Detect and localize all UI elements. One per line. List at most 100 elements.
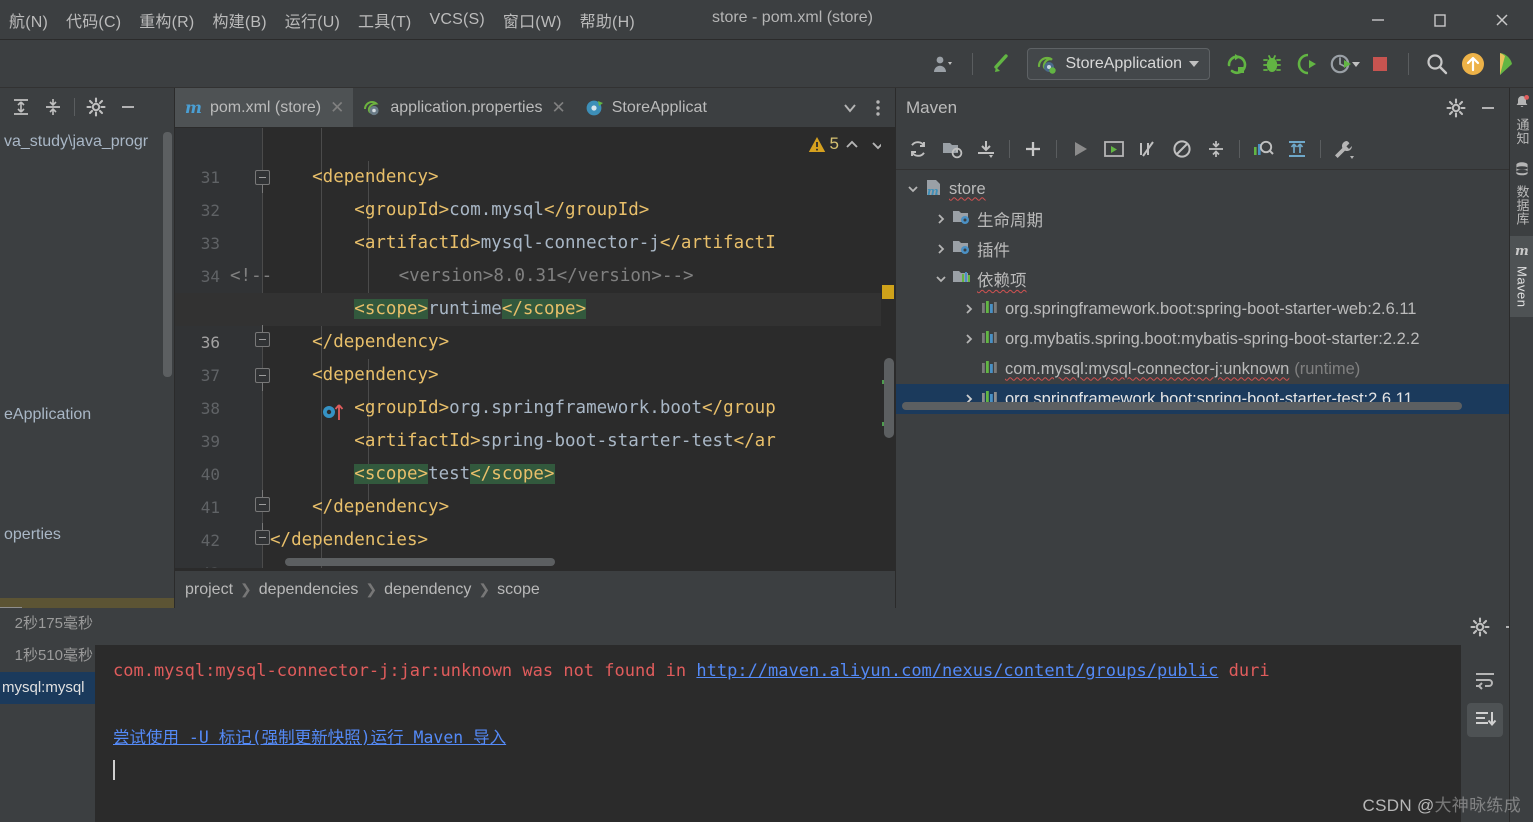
stop-icon[interactable]	[1364, 48, 1396, 80]
stripe-warning-marker[interactable]	[882, 285, 894, 299]
chevron-down-icon[interactable]	[930, 272, 952, 286]
tool-window-button-notifications[interactable]: 通知	[1510, 88, 1533, 155]
menu-item-run[interactable]: 运行(U)	[276, 4, 349, 36]
build-tree-row-selected[interactable]: mysql:mysql	[0, 672, 95, 704]
console-error-link[interactable]: http://maven.aliyun.com/nexus/content/gr…	[696, 661, 1218, 681]
fold-end-icon[interactable]	[255, 523, 270, 545]
tab-application-properties[interactable]: application.properties ✕	[353, 88, 574, 127]
search-everywhere-icon[interactable]	[1421, 48, 1453, 80]
gear-icon[interactable]	[1441, 93, 1471, 123]
project-item-modified[interactable]	[0, 598, 174, 608]
project-path-row[interactable]: va_study\java_progr	[0, 125, 174, 158]
chevron-down-icon[interactable]	[1189, 60, 1199, 67]
tree-node-plugins[interactable]: 插件	[896, 234, 1509, 264]
collapse-all-icon[interactable]	[38, 93, 68, 121]
editor-horizontal-scrollbar[interactable]	[285, 558, 555, 566]
tree-node-dependencies[interactable]: 依赖项	[896, 264, 1509, 294]
collapse-all-icon[interactable]	[1200, 134, 1232, 164]
add-maven-project-icon[interactable]	[1017, 134, 1049, 164]
menu-item-vcs[interactable]: VCS(S)	[420, 7, 493, 33]
chevron-right-icon[interactable]	[930, 242, 952, 256]
error-stripe[interactable]	[881, 128, 895, 568]
tab-pom-xml[interactable]: m pom.xml (store) ✕	[175, 88, 354, 127]
code-line[interactable]: 38 <dependency>	[175, 359, 895, 420]
project-item-properties[interactable]: operties	[0, 518, 61, 551]
menu-item-refactor[interactable]: 重构(R)	[130, 4, 203, 36]
gear-icon[interactable]	[81, 93, 111, 121]
execute-goal-icon[interactable]	[1098, 134, 1130, 164]
tree-node-dependency[interactable]: org.springframework.boot:spring-boot-sta…	[896, 294, 1509, 324]
code-line[interactable]: 32 <dependency>	[175, 161, 895, 220]
code-line[interactable]: 33 <groupId>com.mysql</groupId>	[175, 194, 895, 253]
tab-store-application[interactable]: StoreApplicat	[575, 88, 716, 127]
inspection-widget[interactable]: 5	[808, 134, 839, 154]
editor-vertical-scrollbar[interactable]	[884, 358, 894, 438]
breadcrumb-item-dependency[interactable]: dependency	[384, 581, 471, 599]
tab-more-options-icon[interactable]	[865, 93, 891, 123]
close-icon[interactable]: ✕	[330, 99, 344, 116]
show-dependencies-icon[interactable]	[1247, 134, 1279, 164]
soft-wrap-icon[interactable]	[1467, 663, 1503, 697]
code-line-current[interactable]: 36 <scope>runtime</scope>	[175, 293, 895, 352]
code-line[interactable]: 37 </dependency>	[175, 325, 895, 385]
code-line[interactable]: 35 <!-- <version>8.0.31</version>-->	[175, 260, 895, 319]
maven-settings-icon[interactable]	[1328, 134, 1360, 164]
gear-icon[interactable]	[1465, 613, 1495, 641]
menu-item-window[interactable]: 窗口(W)	[494, 4, 571, 36]
hide-panel-icon[interactable]	[113, 93, 143, 121]
code-line[interactable]: 42 </dependency>	[175, 490, 895, 550]
console-hint-link[interactable]: 尝试使用 -U 标记(强制更新快照)运行 Maven 导入	[113, 728, 506, 747]
build-hammer-icon[interactable]	[985, 48, 1017, 80]
toggle-offline-icon[interactable]	[1166, 134, 1198, 164]
menu-item-build[interactable]: 构建(B)	[203, 4, 275, 36]
fold-toggle-icon[interactable]	[255, 170, 270, 193]
update-project-icon[interactable]	[1457, 48, 1489, 80]
run-with-coverage-icon[interactable]	[1292, 48, 1324, 80]
tool-window-button-maven[interactable]: m Maven	[1510, 235, 1533, 318]
toggle-skip-tests-icon[interactable]	[1132, 134, 1164, 164]
previous-problem-icon[interactable]	[841, 136, 863, 159]
maven-horizontal-scrollbar[interactable]	[902, 402, 1462, 410]
build-tree-row[interactable]: 2秒175毫秒	[0, 608, 95, 640]
menu-item-code[interactable]: 代码(C)	[57, 4, 130, 36]
project-item-application[interactable]: eApplication	[0, 398, 91, 431]
tree-node-dependency[interactable]: org.mybatis.spring.boot:mybatis-spring-b…	[896, 324, 1509, 354]
menu-item-help[interactable]: 帮助(H)	[571, 4, 644, 36]
tree-node-lifecycle[interactable]: 生命周期	[896, 204, 1509, 234]
user-account-icon[interactable]	[928, 48, 960, 80]
reload-all-projects-icon[interactable]	[902, 134, 934, 164]
ide-feature-icon[interactable]	[1493, 48, 1525, 80]
expand-profiles-icon[interactable]	[1281, 134, 1313, 164]
fold-end-icon[interactable]	[255, 490, 270, 512]
menu-item-navigate[interactable]: 航(N)	[0, 4, 57, 36]
code-line[interactable]: 40 <artifactId>spring-boot-starter-test<…	[175, 425, 895, 484]
project-pane-scrollbar[interactable]	[163, 132, 172, 377]
chevron-right-icon[interactable]	[930, 212, 952, 226]
fold-end-icon[interactable]	[255, 325, 270, 347]
profiler-icon[interactable]	[1328, 48, 1360, 80]
code-line[interactable]: 34 <artifactId>mysql-connector-j</artifa…	[175, 227, 895, 286]
tab-list-chevron-icon[interactable]	[837, 93, 863, 123]
fold-toggle-icon[interactable]	[255, 368, 270, 391]
breadcrumb-item-scope[interactable]: scope	[497, 581, 540, 599]
expand-all-icon[interactable]	[6, 93, 36, 121]
download-sources-icon[interactable]	[970, 134, 1002, 164]
code-line[interactable]: 43 </dependencies>	[175, 523, 895, 568]
tool-window-button-database[interactable]: 数据库	[1510, 155, 1533, 236]
close-icon[interactable]: ✕	[551, 99, 565, 116]
minimize-button[interactable]	[1347, 0, 1409, 40]
code-line[interactable]: 39 <groupId>org.springframework.boot</gr…	[175, 392, 895, 451]
code-editor[interactable]: 31 32 <dependency> 33 <groupId>com.mysql…	[175, 128, 895, 568]
run-icon[interactable]	[1220, 48, 1252, 80]
close-button[interactable]	[1471, 0, 1533, 40]
code-line[interactable]: 31	[175, 128, 895, 187]
code-line[interactable]: 41 <scope>test</scope>	[175, 458, 895, 517]
breadcrumb-item-dependencies[interactable]: dependencies	[259, 581, 359, 599]
debug-icon[interactable]	[1256, 48, 1288, 80]
generate-sources-icon[interactable]	[936, 134, 968, 164]
chevron-down-icon[interactable]	[902, 182, 924, 196]
maximize-button[interactable]	[1409, 0, 1471, 40]
tree-node-store[interactable]: m store	[896, 174, 1509, 204]
run-configuration-selector[interactable]: StoreApplication	[1027, 47, 1210, 80]
build-console-output[interactable]: com.mysql:mysql-connector-j:jar:unknown …	[95, 645, 1485, 822]
